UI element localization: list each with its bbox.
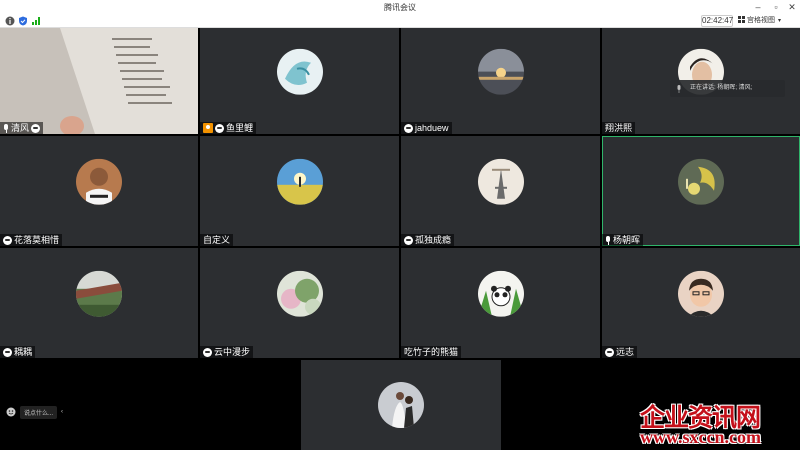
avatar [378, 382, 424, 428]
participant-name: 花落莫相惜 [14, 235, 60, 245]
avatar [276, 48, 323, 95]
signal-icon[interactable] [31, 16, 41, 26]
microphone-icon [3, 123, 9, 133]
avatar [276, 158, 323, 205]
participant-name: 孤独成瘾 [415, 235, 452, 245]
avatar [477, 48, 524, 95]
speaking-indicator: 正在讲话: 杨朝晖; 清风; [670, 80, 785, 97]
participant-name-tag: 杨朝晖 [602, 234, 644, 246]
participant-tile[interactable]: jahduew [401, 28, 600, 134]
participant-tile[interactable]: 鱼里鲤 [200, 28, 399, 134]
participant-name-tag: 清风 [0, 122, 44, 134]
participant-tile[interactable]: 孤独成瘾 [401, 136, 600, 246]
participant-name-tag: 翔洪熙 [602, 122, 636, 134]
microphone-icon [677, 85, 681, 93]
face-icon [404, 235, 413, 245]
participant-name: 耦耦 [14, 347, 33, 357]
avatar [477, 270, 524, 317]
participant-name: 杨朝晖 [613, 235, 641, 245]
meeting-timer: 02:42:47 [701, 15, 734, 27]
face-icon [3, 347, 12, 357]
close-icon[interactable]: ✕ [786, 1, 798, 13]
face-icon [31, 123, 41, 133]
participant-name-tag: 鱼里鲤 [200, 122, 257, 134]
user-icon [203, 123, 213, 133]
minimize-icon[interactable]: – [752, 1, 764, 13]
maximize-icon[interactable]: ▫ [770, 1, 782, 13]
avatar [678, 158, 724, 205]
face-icon [203, 347, 212, 357]
meeting-toolbar: 02:42:47 宫格视图 ▾ [0, 14, 800, 28]
participant-tile-active-speaker[interactable]: 杨朝晖 [602, 136, 800, 246]
window-title: 腾讯会议 [384, 3, 416, 12]
chat-input[interactable]: 说点什么... [20, 405, 58, 419]
participant-name: 鱼里鲤 [226, 123, 254, 133]
participant-name: 云中漫步 [214, 347, 251, 357]
smile-icon[interactable] [6, 407, 16, 417]
face-icon [215, 123, 224, 133]
grid-view-label: 宫格视图 [747, 17, 775, 24]
face-icon [404, 123, 413, 133]
chevron-down-icon: ▾ [778, 18, 782, 24]
speaking-label: 正在讲话: 杨朝晖; 清风; [690, 85, 753, 91]
participant-tile[interactable]: 自定义 [200, 136, 399, 246]
participant-name: 吃竹子的熊猫 [404, 347, 459, 357]
chat-controls: 说点什么... ‹ [6, 404, 63, 420]
participant-name: jahduew [415, 123, 449, 133]
participant-name: 自定义 [203, 235, 231, 245]
info-icon[interactable] [5, 16, 15, 26]
participant-name-tag: 云中漫步 [200, 346, 254, 358]
title-bar: 腾讯会议 – ▫ ✕ [0, 0, 800, 14]
grid-icon [738, 16, 745, 23]
participant-name-tag: jahduew [401, 122, 452, 134]
watermark-logo: 企业资讯网 www.sxccn.com [640, 398, 800, 448]
avatar [678, 270, 724, 317]
avatar [76, 158, 122, 205]
participant-name-tag: 孤独成瘾 [401, 234, 455, 246]
participant-tile[interactable]: 吃竹子的熊猫 [401, 248, 600, 358]
participant-name: 远志 [616, 347, 635, 357]
participant-tile[interactable]: 耦耦 [0, 248, 198, 358]
shield-icon[interactable] [18, 16, 28, 26]
watermark-url: www.sxccn.com [640, 427, 761, 447]
face-icon [605, 347, 614, 357]
participant-name-tag: 自定义 [200, 234, 234, 246]
participant-name: 清风 [11, 123, 30, 133]
featured-video-tile[interactable] [301, 360, 501, 450]
microphone-icon [605, 235, 611, 245]
face-icon [3, 235, 12, 245]
participant-tile[interactable]: 云中漫步 [200, 248, 399, 358]
participant-tile[interactable]: 花落莫相惜 [0, 136, 198, 246]
participant-tile[interactable]: 远志 [602, 248, 800, 358]
avatar [76, 270, 122, 317]
participant-name-tag: 耦耦 [0, 346, 36, 358]
chevron-left-icon[interactable]: ‹ [61, 409, 63, 415]
avatar [477, 158, 524, 205]
participant-tile[interactable]: 清风 [0, 28, 198, 134]
avatar [276, 270, 323, 317]
grid-view-button[interactable]: 宫格视图 ▾ [738, 15, 784, 27]
video-feed [0, 28, 198, 134]
participant-name-tag: 花落莫相惜 [0, 234, 63, 246]
participant-name-tag: 远志 [602, 346, 638, 358]
participant-name: 翔洪熙 [605, 123, 633, 133]
participant-name-tag: 吃竹子的熊猫 [401, 346, 462, 358]
